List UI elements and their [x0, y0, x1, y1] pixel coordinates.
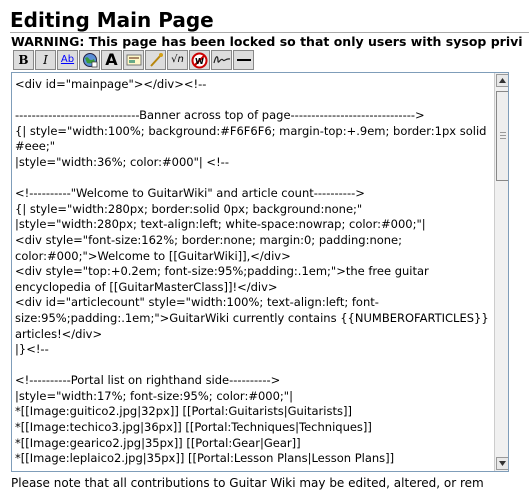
thumb-grip-line: [500, 135, 506, 136]
wikitext-editor[interactable]: <div id="mainpage"></div><!-- ----------…: [12, 73, 492, 471]
thumb-grip-line: [500, 132, 506, 133]
signature-icon: [212, 56, 230, 64]
contribution-note: Please note that all contributions to Gu…: [11, 476, 484, 490]
italic-icon: I: [43, 53, 48, 67]
scroll-up-button[interactable]: [496, 74, 508, 87]
arrow-down-icon: [499, 461, 506, 466]
scroll-down-button[interactable]: [496, 457, 508, 470]
arrow-up-icon: [499, 78, 506, 83]
image-icon: [126, 54, 141, 66]
bold-icon: B: [18, 53, 29, 67]
page-title: Editing Main Page: [10, 8, 214, 32]
image-button[interactable]: [123, 50, 144, 70]
globe-link-icon: [82, 53, 97, 68]
horizontal-line-button[interactable]: [233, 50, 254, 70]
title-divider: [10, 32, 529, 33]
scroll-thumb[interactable]: [496, 91, 508, 181]
edit-toolbar: B I Ab A √n W: [13, 50, 254, 70]
media-button[interactable]: [145, 50, 166, 70]
internal-link-button[interactable]: Ab: [57, 50, 78, 70]
italic-button[interactable]: I: [35, 50, 56, 70]
math-button[interactable]: √n: [167, 50, 188, 70]
math-icon: √n: [171, 54, 184, 65]
nowiki-icon: W: [191, 52, 208, 68]
headline-button[interactable]: A: [101, 50, 122, 70]
horizontal-line-icon: [236, 59, 251, 61]
edit-textarea-frame: <div id="mainpage"></div><!-- ----------…: [11, 72, 509, 472]
link-icon: Ab: [60, 54, 75, 65]
thumb-grip-line: [500, 138, 506, 139]
external-link-button[interactable]: [79, 50, 100, 70]
bold-button[interactable]: B: [13, 50, 34, 70]
signature-button[interactable]: [211, 50, 232, 70]
media-icon: [149, 53, 163, 67]
editor-scrollbar[interactable]: [494, 73, 508, 471]
protection-warning: WARNING: This page has been locked so th…: [11, 34, 523, 49]
headline-icon: A: [105, 50, 118, 69]
nowiki-icon-letter: W: [195, 57, 204, 66]
nowiki-button[interactable]: W: [189, 50, 210, 70]
